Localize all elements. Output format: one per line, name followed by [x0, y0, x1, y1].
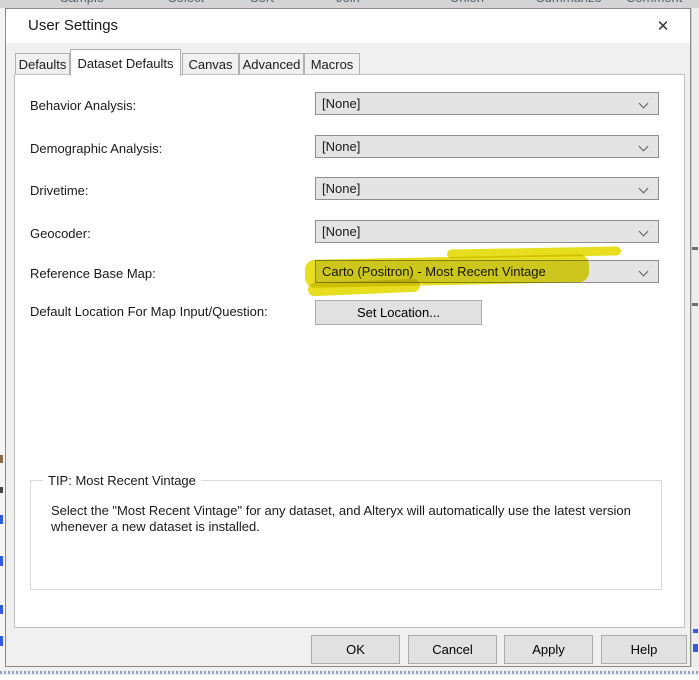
- background-fragment: [0, 455, 3, 463]
- toolbar-label-comment: Comment: [626, 0, 682, 5]
- behavior-analysis-dropdown[interactable]: [None]: [315, 92, 659, 115]
- background-fragment: [692, 247, 698, 250]
- user-settings-dialog: User Settings ✕ Defaults Dataset Default…: [5, 8, 691, 667]
- chevron-down-icon: [638, 183, 649, 194]
- background-fragment: [693, 629, 698, 633]
- demographic-analysis-label: Demographic Analysis:: [30, 141, 163, 156]
- dropdown-value: [None]: [322, 224, 361, 239]
- behavior-analysis-label: Behavior Analysis:: [30, 98, 137, 113]
- tab-macros[interactable]: Macros: [304, 53, 360, 76]
- chevron-down-icon: [638, 266, 649, 277]
- apply-button[interactable]: Apply: [504, 635, 593, 664]
- dropdown-value: [None]: [322, 96, 361, 111]
- background-fragment: [693, 644, 698, 652]
- background-dashed-ruler: [0, 671, 699, 674]
- drivetime-dropdown[interactable]: [None]: [315, 177, 659, 200]
- chevron-down-icon: [638, 226, 649, 237]
- tab-label: Macros: [310, 57, 354, 72]
- toolbar-label-summarize: Summarize: [536, 0, 602, 5]
- button-label: Help: [630, 642, 658, 657]
- toolbar-label-sort: Sort: [250, 0, 274, 5]
- background-fragment: [0, 487, 3, 493]
- dialog-titlebar[interactable]: User Settings ✕: [6, 9, 690, 43]
- background-fragment: [692, 303, 698, 306]
- ok-button[interactable]: OK: [311, 635, 400, 664]
- tip-groupbox-legend: TIP: Most Recent Vintage: [43, 473, 201, 488]
- background-fragment: [0, 515, 3, 524]
- tip-groupbox: TIP: Most Recent Vintage Select the "Mos…: [30, 473, 662, 590]
- tab-label: Advanced: [242, 57, 301, 72]
- toolbar-label-select: Select: [168, 0, 204, 5]
- tab-defaults[interactable]: Defaults: [15, 53, 70, 76]
- chevron-down-icon: [638, 98, 649, 109]
- tab-label: Canvas: [188, 57, 233, 72]
- close-icon: ✕: [656, 18, 670, 35]
- dropdown-value: [None]: [322, 139, 361, 154]
- drivetime-label: Drivetime:: [30, 183, 89, 198]
- default-location-label: Default Location For Map Input/Question:: [30, 304, 268, 319]
- background-right-sliver: [691, 8, 699, 667]
- chevron-down-icon: [638, 141, 649, 152]
- button-label: Set Location...: [356, 305, 441, 320]
- background-bottom-white: [0, 675, 699, 680]
- dropdown-value: [None]: [322, 181, 361, 196]
- geocoder-dropdown[interactable]: [None]: [315, 220, 659, 243]
- dialog-title: User Settings: [28, 17, 119, 34]
- tab-advanced[interactable]: Advanced: [239, 53, 304, 76]
- help-button[interactable]: Help: [601, 635, 687, 664]
- background-fragment: [0, 556, 3, 566]
- background-fragment: [0, 605, 3, 614]
- button-label: Cancel: [432, 642, 473, 657]
- button-label: Apply: [532, 642, 565, 657]
- dataset-defaults-page: Behavior Analysis: [None] Demographic An…: [14, 74, 685, 628]
- toolbar-label-sample: Sample: [60, 0, 104, 5]
- toolbar-label-join: Join: [336, 0, 360, 5]
- set-location-button[interactable]: Set Location...: [315, 300, 482, 325]
- cancel-button[interactable]: Cancel: [408, 635, 497, 664]
- background-toolbar-strip: Sample Select Sort Join Union Summarize …: [0, 0, 699, 8]
- tab-dataset-defaults[interactable]: Dataset Defaults: [70, 49, 181, 76]
- background-bottom-strip: [0, 667, 699, 680]
- tab-label: Defaults: [18, 57, 67, 72]
- close-button[interactable]: ✕: [642, 12, 684, 40]
- demographic-analysis-dropdown[interactable]: [None]: [315, 135, 659, 158]
- screenshot-canvas: Sample Select Sort Join Union Summarize …: [0, 0, 699, 680]
- geocoder-label: Geocoder:: [30, 226, 91, 241]
- background-fragment: [0, 636, 3, 646]
- tip-groupbox-text: Select the "Most Recent Vintage" for any…: [51, 503, 631, 534]
- button-label: OK: [346, 642, 365, 657]
- reference-base-map-label: Reference Base Map:: [30, 266, 156, 281]
- tab-label: Dataset Defaults: [77, 55, 174, 71]
- tab-canvas[interactable]: Canvas: [182, 53, 239, 76]
- toolbar-label-union: Union: [450, 0, 484, 5]
